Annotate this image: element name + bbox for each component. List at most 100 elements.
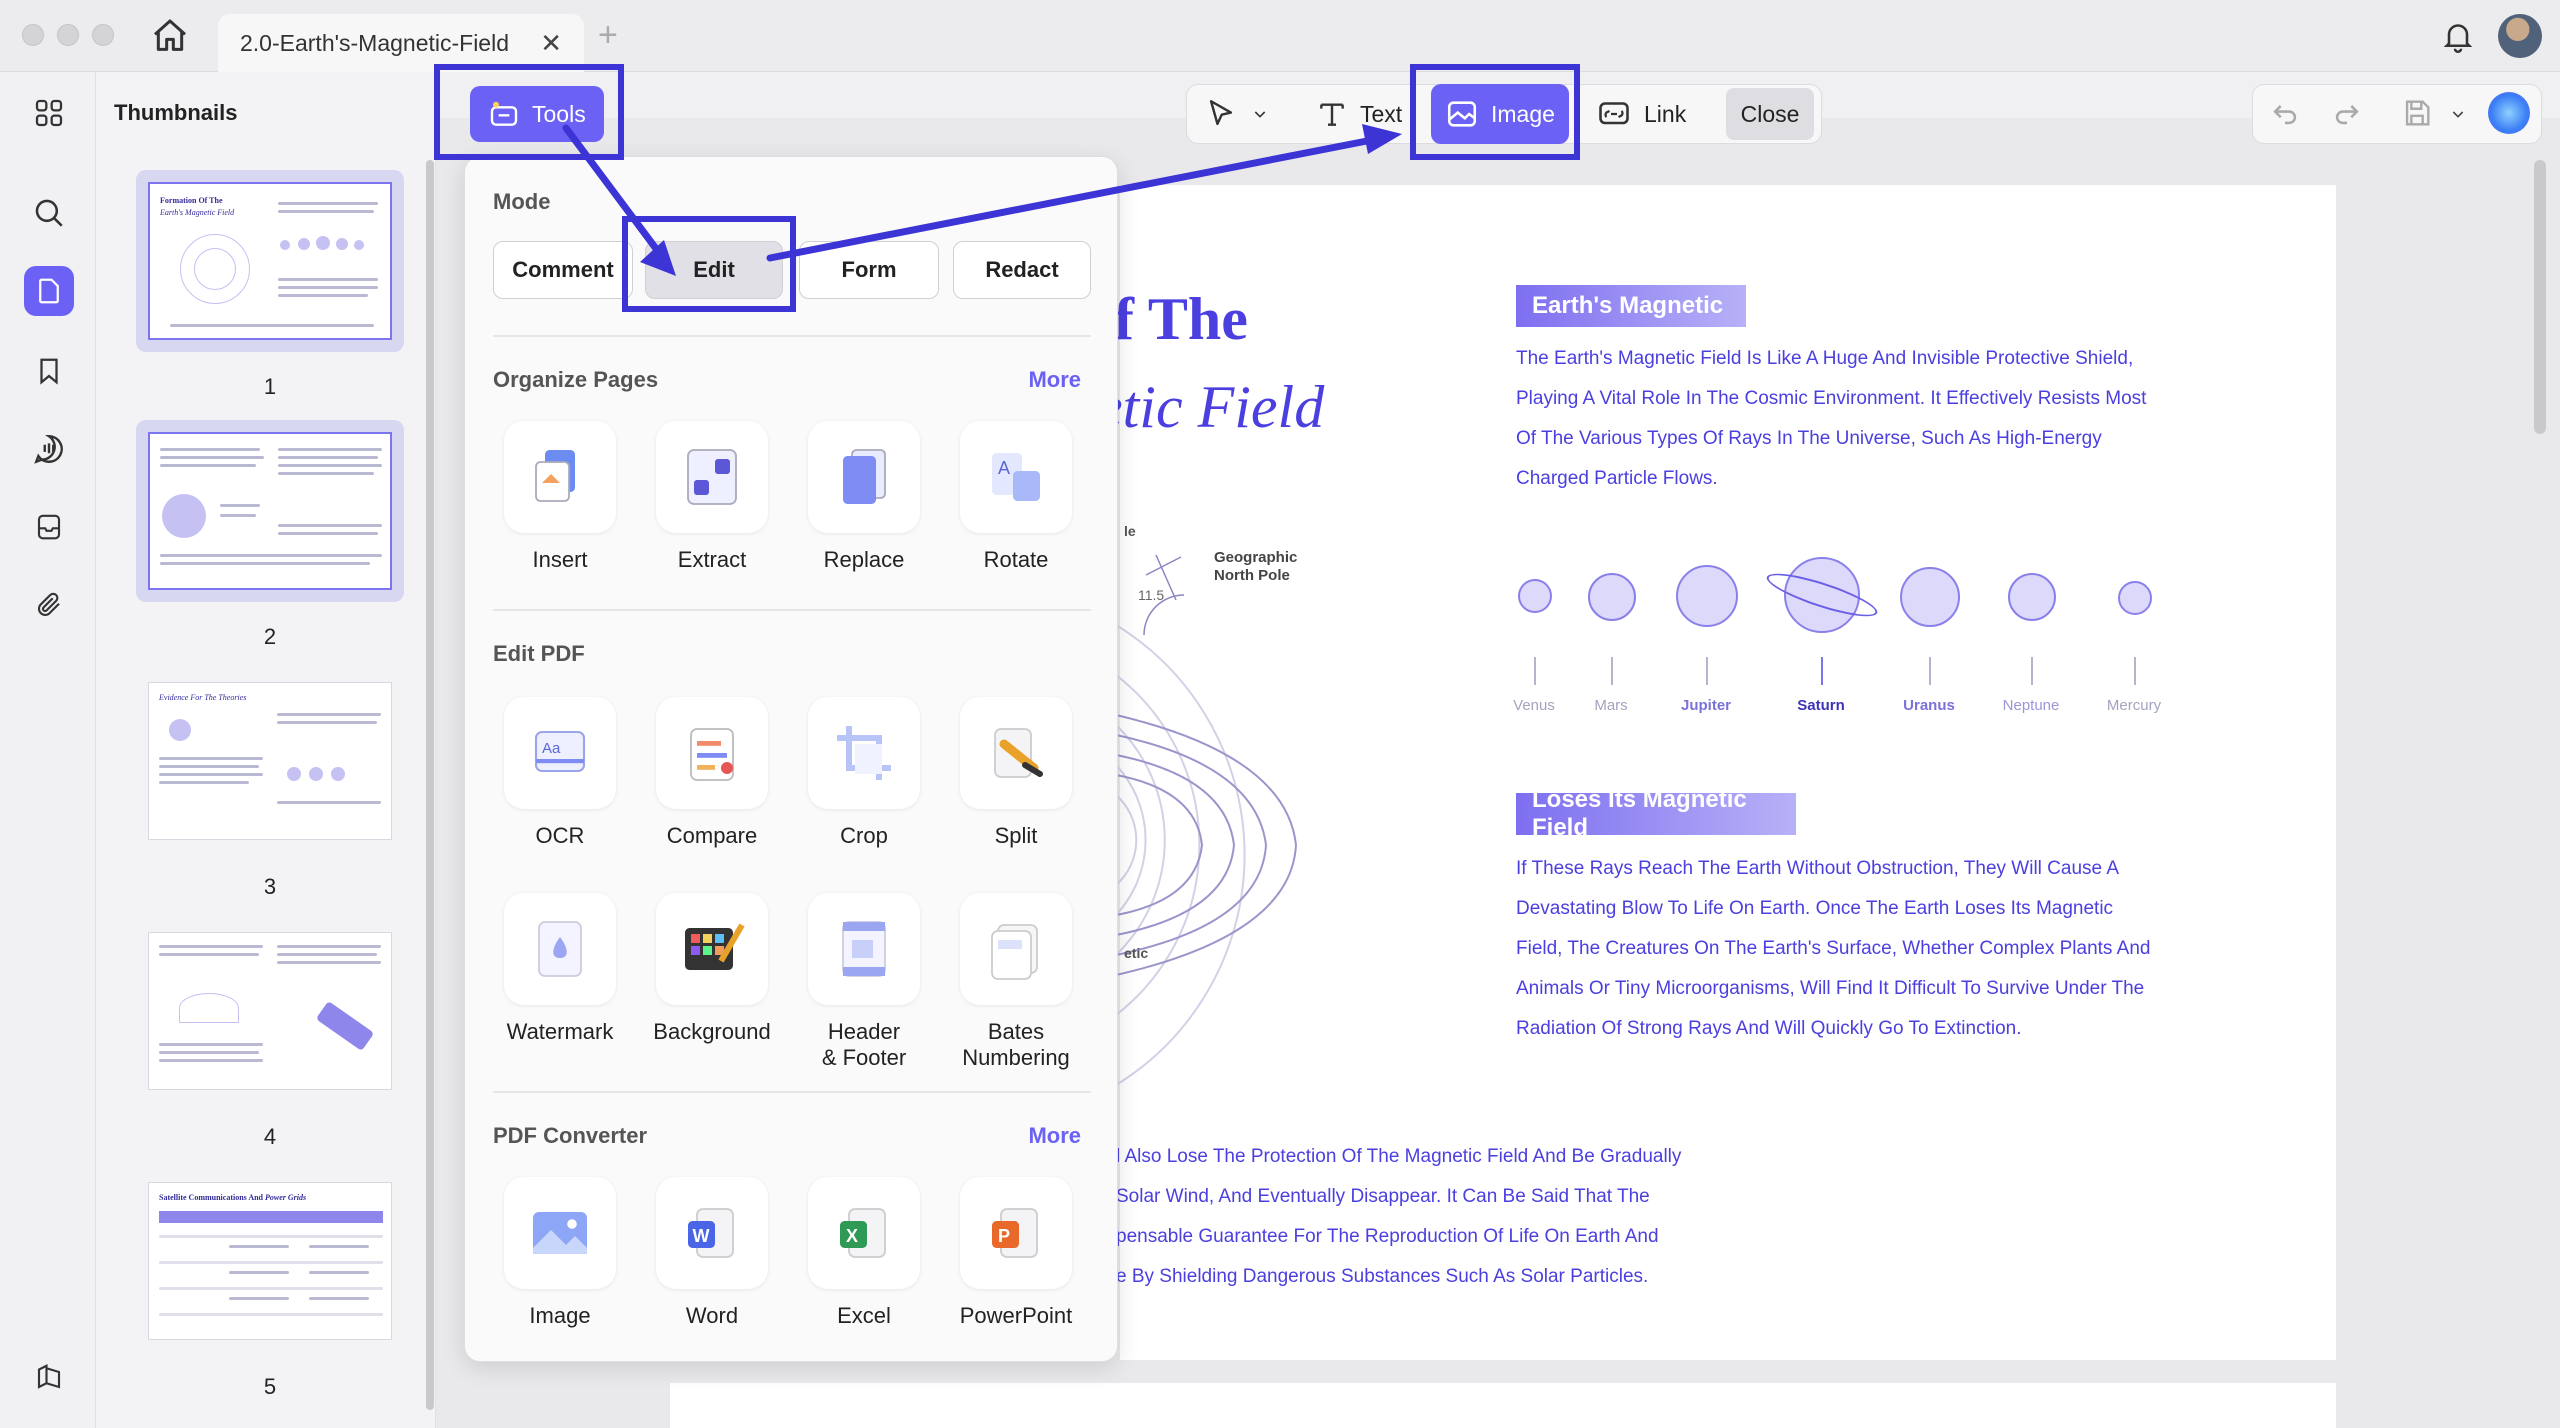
layers-icon[interactable]: [24, 1352, 74, 1402]
tools-button[interactable]: Tools: [470, 86, 604, 142]
replace-pages-icon: [808, 421, 920, 533]
new-tab-icon[interactable]: +: [598, 16, 618, 55]
image-icon: [1447, 101, 1477, 127]
thumbnail-text: Power Grids: [265, 1193, 307, 1202]
user-avatar[interactable]: [2498, 14, 2542, 58]
tool-compare[interactable]: Compare: [637, 697, 787, 849]
tool-rotate[interactable]: A Rotate: [941, 421, 1091, 573]
paragraph-3[interactable]: l Also Lose The Protection Of The Magnet…: [1116, 1137, 1816, 1297]
document-tab[interactable]: 2.0-Earth's-Magnetic-Field ✕: [218, 14, 584, 72]
paperclip-icon[interactable]: [24, 580, 74, 630]
paragraph-line: If These Rays Reach The Earth Without Ob…: [1516, 858, 2119, 879]
tool-label: Background: [653, 1019, 771, 1044]
tool-split[interactable]: Split: [941, 697, 1091, 849]
save-icon[interactable]: [2400, 96, 2434, 130]
bookmark-icon[interactable]: [24, 346, 74, 396]
paragraph-line: e By Shielding Dangerous Substances Such…: [1116, 1266, 1649, 1287]
apps-grid-icon[interactable]: [24, 88, 74, 138]
text-tool-button[interactable]: Text: [1316, 84, 1402, 144]
convert-image-icon: [504, 1177, 616, 1289]
tool-convert-excel[interactable]: X Excel: [789, 1177, 939, 1329]
planet-jupiter: [1676, 565, 1738, 627]
tool-watermark[interactable]: Watermark: [485, 893, 635, 1045]
thumbnail-page-3[interactable]: Evidence For The Theories 3: [136, 670, 404, 899]
tool-convert-word[interactable]: W Word: [637, 1177, 787, 1329]
bates-numbering-icon: [960, 893, 1072, 1005]
converter-more-link[interactable]: More: [1028, 1123, 1081, 1149]
tool-header-footer[interactable]: Header & Footer: [789, 893, 939, 1071]
tool-bates-numbering[interactable]: Bates Numbering: [941, 893, 1091, 1071]
window-close-control[interactable]: [22, 24, 44, 46]
thumbnail-page-5[interactable]: Satellite Communications And Power Grids…: [136, 1170, 404, 1399]
search-icon[interactable]: [24, 188, 74, 238]
document-tab-title: 2.0-Earth's-Magnetic-Field: [240, 29, 509, 56]
window-minimize-control[interactable]: [57, 24, 79, 46]
paragraph-1[interactable]: The Earth's Magnetic Field Is Like A Hug…: [1516, 339, 2316, 499]
document-scrollbar[interactable]: [2534, 160, 2546, 434]
thumbnail-page-number: 5: [263, 1374, 277, 1399]
planet-label: Neptune: [2002, 697, 2060, 714]
paragraph-line: pensable Guarantee For The Reproduction …: [1116, 1226, 1659, 1247]
tool-label: Image: [529, 1303, 591, 1328]
document-title-line-2[interactable]: etic Field: [1096, 373, 1324, 442]
svg-text:W: W: [693, 1226, 710, 1246]
tool-replace[interactable]: Replace: [789, 421, 939, 573]
redo-icon[interactable]: [2330, 96, 2364, 130]
planet-label: Mercury: [2106, 697, 2162, 714]
angle-label: 11.5: [1138, 587, 1165, 603]
paragraph-line: Playing A Vital Role In The Cosmic Envir…: [1516, 388, 2147, 409]
pdf-converter-title: PDF Converter: [493, 1123, 648, 1148]
tool-ocr[interactable]: Aa OCR: [485, 697, 635, 849]
tool-crop[interactable]: Crop: [789, 697, 939, 849]
home-icon[interactable]: [150, 16, 190, 56]
close-edit-button[interactable]: Close: [1726, 88, 1814, 140]
tool-label: Bates Numbering: [962, 1019, 1070, 1070]
tool-extract[interactable]: Extract: [637, 421, 787, 573]
mode-redact-button[interactable]: Redact: [953, 241, 1091, 299]
organize-more-link[interactable]: More: [1028, 367, 1081, 393]
thumbnail-page-number: 4: [263, 1124, 277, 1149]
tool-convert-image[interactable]: Image: [485, 1177, 635, 1329]
tools-dropdown-panel: Mode Comment Edit Form Redact Organize P…: [464, 156, 1118, 1362]
tool-convert-powerpoint[interactable]: P PowerPoint: [941, 1177, 1091, 1329]
link-tool-button[interactable]: Link: [1596, 84, 1686, 144]
ai-assistant-icon[interactable]: [2488, 92, 2530, 134]
attachments-tray-icon[interactable]: [24, 502, 74, 552]
section-banner-earths-magnetic[interactable]: Earth's Magnetic: [1516, 285, 1746, 327]
thumbnail-page-number: 1: [263, 374, 277, 399]
mode-edit-button[interactable]: Edit: [645, 241, 783, 299]
notification-bell-icon[interactable]: [2440, 18, 2476, 54]
link-icon: [1599, 102, 1629, 125]
thumbnails-page-icon[interactable]: [24, 266, 74, 316]
thumbnail-page-1[interactable]: Formation Of The Earth's Magnetic Field …: [136, 170, 404, 399]
toolbox-icon: [490, 101, 518, 126]
comments-icon[interactable]: [24, 424, 74, 474]
mode-comment-button[interactable]: Comment: [493, 241, 633, 299]
planet-label: Saturn: [1797, 697, 1845, 714]
thumbnail-page-4[interactable]: 4: [136, 920, 404, 1149]
thumbnail-page-2[interactable]: 2: [136, 420, 404, 649]
text-icon: [1320, 103, 1344, 126]
chevron-down-icon[interactable]: [2450, 106, 2466, 122]
paragraph-line: Of The Various Types Of Rays In The Univ…: [1516, 428, 2102, 449]
planet-mars: [1588, 573, 1636, 621]
document-title-line-1[interactable]: f The: [1114, 285, 1248, 354]
select-tool-button[interactable]: [1204, 84, 1268, 144]
paragraph-2[interactable]: If These Rays Reach The Earth Without Ob…: [1516, 849, 2316, 1049]
tool-insert[interactable]: Insert: [485, 421, 635, 573]
tool-label: OCR: [535, 823, 585, 848]
tool-label: Watermark: [506, 1019, 614, 1044]
close-tab-icon[interactable]: ✕: [540, 28, 562, 59]
paragraph-line: Radiation Of Strong Rays And Will Quickl…: [1516, 1018, 2022, 1039]
paragraph-line: l Also Lose The Protection Of The Magnet…: [1116, 1146, 1682, 1167]
window-zoom-control[interactable]: [92, 24, 114, 46]
section-banner-loses-magnetic-field[interactable]: Loses Its Magnetic Field: [1516, 786, 1796, 841]
tools-button-label: Tools: [532, 100, 586, 127]
image-tool-button[interactable]: Image: [1431, 84, 1569, 144]
split-icon: [960, 697, 1072, 809]
tool-background[interactable]: Background: [637, 893, 787, 1045]
undo-icon[interactable]: [2268, 96, 2302, 130]
thumbnails-scrollbar[interactable]: [426, 160, 434, 1410]
tool-label: Replace: [823, 547, 905, 572]
mode-form-button[interactable]: Form: [799, 241, 939, 299]
